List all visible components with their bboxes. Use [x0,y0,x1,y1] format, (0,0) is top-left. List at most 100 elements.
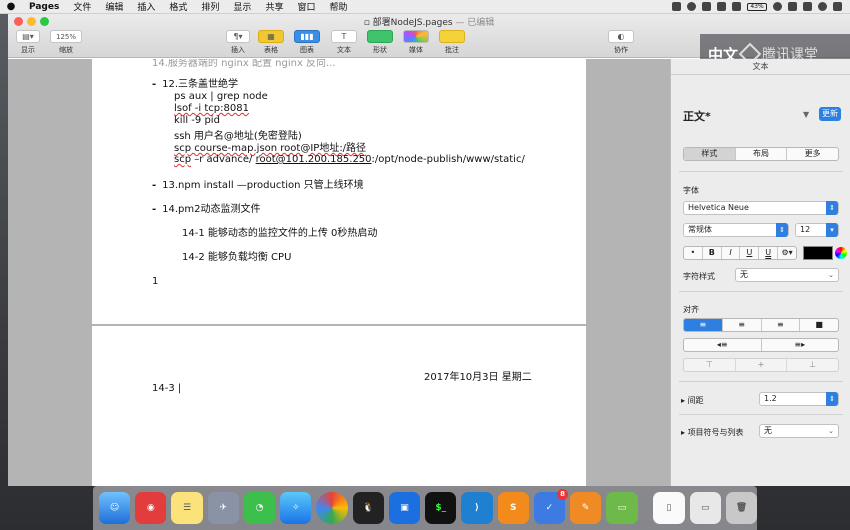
align-middle-button[interactable]: + [736,359,788,371]
menu-window[interactable]: 窗口 [290,0,322,13]
trash-icon[interactable]: 🗑 [725,492,758,524]
style-dropdown-icon[interactable]: ▼ [803,110,809,119]
keynote-icon[interactable]: ▭ [606,492,638,524]
inspector-tab-text[interactable]: 文本 [671,59,850,75]
finder-icon[interactable]: ☺ [99,492,131,524]
bullets-disclosure[interactable]: ▸ 项目符号与列表 [681,427,744,438]
zoom-control[interactable]: 125% 缩放 [50,30,82,55]
launchpad-icon[interactable]: ✈ [207,492,239,524]
align-justify-button[interactable]: ■ [800,319,838,331]
align-center-button[interactable]: ≡ [723,319,762,331]
command-line-6[interactable]: scp –r advance/ root@101.200.185.250:/op… [174,154,525,165]
tray-cloud-icon[interactable] [732,2,741,11]
document-page-2[interactable]: 2017年10月3日 星期二 14-3 | [92,326,586,486]
font-style-select[interactable]: 常规体 ⇕ [683,223,789,237]
decrease-indent-button[interactable]: ◂≡ [684,339,762,351]
increase-indent-button[interactable]: ≡▸ [762,339,839,351]
command-line-2[interactable]: lsof -i tcp:8081 [174,103,249,114]
sub-item-14-1[interactable]: 14-1 能够动态的监控文件的上传 0秒热启动 [182,224,377,239]
menu-app[interactable]: Pages [22,2,66,12]
menu-file[interactable]: 文件 [66,0,98,13]
align-top-button[interactable]: ⊤ [684,359,736,371]
zoom-select[interactable]: 125% [50,30,82,43]
battery-indicator[interactable]: 43% [747,2,767,11]
notification-center-icon[interactable] [833,2,842,11]
vscode-icon[interactable]: ⟩ [461,492,493,524]
character-style-select[interactable]: 无 ⌄ [735,268,839,282]
wifi-icon[interactable] [773,2,782,11]
insert-button[interactable]: ¶▾ 插入 [226,30,250,55]
command-line-6-link[interactable]: root@101.200.185.250 [256,154,372,165]
siri-icon[interactable] [818,2,827,11]
shape-button[interactable]: 形状 [367,30,393,55]
tray-mail-icon[interactable] [702,2,711,11]
document-page-1[interactable]: 14.服务器端的 nginx 配置 nginx 反向... -12.三条盖世绝学… [92,59,586,324]
media-button[interactable]: 媒体 [403,30,429,55]
edit-status[interactable]: — 已编辑 [455,18,494,28]
update-style-button[interactable]: 更新 [819,107,841,121]
tray-app-icon[interactable] [672,2,681,11]
chrome-icon[interactable] [316,492,348,524]
wechat-icon[interactable]: ◔ [243,492,276,524]
menu-arrange[interactable]: 排列 [194,0,226,13]
advanced-options-button[interactable]: ⚙▾ [778,247,796,259]
font-family-select[interactable]: Helvetica Neue ⇕ [683,201,839,215]
downloads-folder-icon[interactable]: ▭ [689,492,721,524]
apple-menu-icon[interactable]: ● [0,1,22,12]
spacing-disclosure[interactable]: ▸ 间距 [681,395,704,406]
tray-circle-icon[interactable] [687,2,696,11]
table-button[interactable]: ▦ 表格 [258,30,284,55]
cursor-line[interactable]: 14-3 | [152,383,181,394]
command-line-3[interactable]: kill -9 pid [174,115,220,126]
document-canvas[interactable]: 14.服务器端的 nginx 配置 nginx 反向... -12.三条盖世绝学… [8,59,670,486]
subtab-more[interactable]: 更多 [787,148,838,160]
subtab-style[interactable]: 样式 [684,148,736,160]
safari-icon[interactable]: ✧ [280,492,312,524]
screen-recorder-icon[interactable]: ▣ [388,492,421,524]
color-picker-icon[interactable] [835,247,847,259]
text-button[interactable]: T 文本 [331,30,357,55]
comment-button[interactable]: 批注 [439,30,465,55]
subtab-layout[interactable]: 布局 [736,148,788,160]
paragraph-style-name[interactable]: 正文* [683,108,711,124]
command-line-5[interactable]: scp course-map.json root@IP地址:/路径 [174,139,366,154]
underline-button[interactable]: U [740,247,760,259]
notes-icon[interactable]: ☰ [171,492,203,524]
align-bottom-button[interactable]: ⊥ [787,359,838,371]
menu-share[interactable]: 共享 [258,0,290,13]
qq-icon[interactable]: 🐧 [352,492,384,524]
align-left-button[interactable]: ≡ [684,319,723,331]
font-size-field[interactable]: 12 ▾ [795,223,839,237]
chart-button[interactable]: ▮▮▮ 图表 [294,30,320,55]
date-line[interactable]: 2017年10月3日 星期二 [424,368,532,383]
tray-bluetooth-icon[interactable] [717,2,726,11]
text-color-well[interactable] [803,246,833,260]
list-item-14[interactable]: -14.pm2动态监测文件 [152,200,261,215]
collaborate-button[interactable]: ◐ 协作 [608,30,634,55]
spotlight-icon[interactable] [803,2,812,11]
menu-format[interactable]: 格式 [162,0,194,13]
terminal-icon[interactable]: $_ [425,492,457,524]
double-underline-button[interactable]: U [759,247,779,259]
view-button[interactable]: ▤▾ 显示 [16,30,40,55]
netease-music-icon[interactable]: ◉ [135,492,167,524]
menu-edit[interactable]: 编辑 [98,0,130,13]
omnifocus-icon[interactable]: ✓ 8 [533,489,569,524]
input-method-icon[interactable] [788,2,797,11]
sub-item-14-2[interactable]: 14-2 能够负载均衡 CPU [182,248,291,263]
bullets-select[interactable]: 无 ⌄ [759,424,839,438]
list-item-12[interactable]: -12.三条盖世绝学 [152,75,238,90]
archive-file-icon[interactable]: ▯ [653,492,685,524]
bold-button[interactable]: B [703,247,722,259]
menu-view[interactable]: 显示 [226,0,258,13]
align-right-button[interactable]: ≡ [762,319,801,331]
command-line-1[interactable]: ps aux | grep node [174,91,268,102]
menu-help[interactable]: 帮助 [322,0,354,13]
sublime-text-icon[interactable]: S [497,492,529,524]
list-item-13[interactable]: -13.npm install —production 只管上线环境 [152,176,364,191]
line-spacing-field[interactable]: 1.2 ⇕ [759,392,839,406]
italic-button[interactable]: I [722,247,741,259]
bullet-format-button[interactable]: • [684,247,703,259]
menu-insert[interactable]: 插入 [130,0,162,13]
pages-icon[interactable]: ✎ [570,492,602,524]
